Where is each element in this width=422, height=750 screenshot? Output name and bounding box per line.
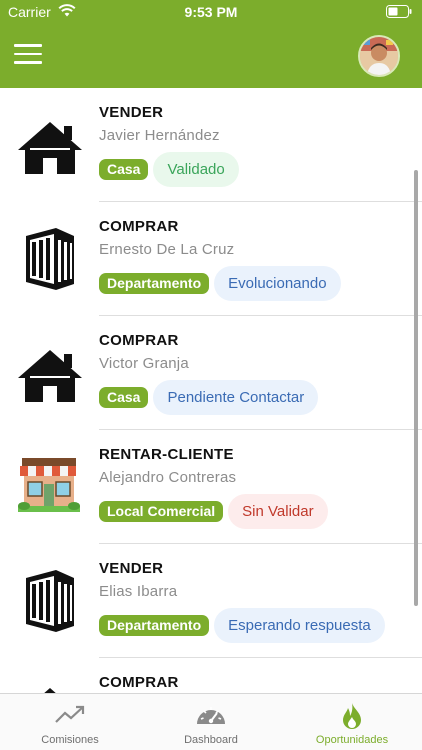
tab-label: Dashboard bbox=[184, 734, 238, 746]
building-icon bbox=[22, 226, 90, 294]
client-name: Alejandro Contreras bbox=[99, 469, 237, 486]
client-name: Victor Granja bbox=[99, 355, 189, 372]
chip-row: Casa Pendiente Contactar bbox=[99, 380, 319, 415]
list-item[interactable]: COMPRAR Victor Granja Casa Pendiente Con… bbox=[0, 316, 422, 430]
property-type-badge: Departamento bbox=[99, 615, 210, 636]
tab-dashboard[interactable]: Dashboard bbox=[141, 694, 281, 750]
house-icon bbox=[16, 686, 84, 693]
scrollbar[interactable] bbox=[414, 170, 418, 606]
status-badge: Validado bbox=[153, 152, 239, 187]
chip-row: Departamento Evolucionando bbox=[99, 266, 341, 301]
storefront-icon bbox=[16, 456, 84, 524]
tab-comisiones[interactable]: Comisiones bbox=[0, 694, 140, 750]
operation-label: VENDER bbox=[99, 104, 164, 121]
status-badge: Pendiente Contactar bbox=[153, 380, 319, 415]
speedometer-icon bbox=[195, 702, 227, 735]
opportunities-list[interactable]: VENDER Javier Hernández Casa Validado CO… bbox=[0, 88, 422, 693]
tab-oportunidades[interactable]: Oportunidades bbox=[282, 694, 422, 750]
operation-label: COMPRAR bbox=[99, 218, 179, 235]
status-badge: Evolucionando bbox=[214, 266, 341, 301]
navigation-bar bbox=[0, 24, 422, 88]
trending-up-icon bbox=[54, 702, 86, 731]
operation-label: RENTAR-CLIENTE bbox=[99, 446, 234, 463]
tab-bar: Comisiones Dashboard Oportunidades bbox=[0, 693, 422, 750]
list-item[interactable]: VENDER Elias Ibarra Departamento Esperan… bbox=[0, 544, 422, 658]
status-badge: Esperando respuesta bbox=[214, 608, 385, 643]
building-icon bbox=[22, 568, 90, 636]
chip-row: Local Comercial Sin Validar bbox=[99, 494, 328, 529]
client-name: Ernesto De La Cruz bbox=[99, 241, 235, 258]
flame-icon bbox=[341, 702, 363, 735]
property-type-badge: Local Comercial bbox=[99, 501, 224, 522]
list-item[interactable]: RENTAR-CLIENTE Alejandro Contreras Local… bbox=[0, 430, 422, 544]
status-bar: Carrier 9:53 PM bbox=[0, 0, 422, 24]
tab-label: Comisiones bbox=[41, 734, 99, 746]
list-item[interactable]: COMPRAR Ernesto De La Cruz Departamento … bbox=[0, 202, 422, 316]
house-icon bbox=[16, 348, 84, 416]
chip-row: Casa Validado bbox=[99, 152, 239, 187]
list-item[interactable]: VENDER Javier Hernández Casa Validado bbox=[0, 88, 422, 202]
clock: 9:53 PM bbox=[184, 4, 238, 20]
operation-label: COMPRAR bbox=[99, 332, 179, 349]
property-type-badge: Casa bbox=[99, 387, 149, 408]
client-name: Javier Hernández bbox=[99, 127, 220, 144]
operation-label: VENDER bbox=[99, 560, 164, 577]
status-badge: Sin Validar bbox=[228, 494, 328, 529]
hamburger-icon[interactable] bbox=[14, 44, 42, 66]
client-name: Elias Ibarra bbox=[99, 583, 178, 600]
list-item[interactable]: COMPRAR bbox=[0, 658, 422, 693]
chip-row: Departamento Esperando respuesta bbox=[99, 608, 385, 643]
tab-label: Oportunidades bbox=[315, 734, 389, 746]
battery-icon bbox=[386, 5, 412, 23]
property-type-badge: Casa bbox=[99, 159, 149, 180]
property-type-badge: Departamento bbox=[99, 273, 210, 294]
user-avatar[interactable] bbox=[358, 35, 400, 77]
house-icon bbox=[16, 120, 84, 188]
operation-label: COMPRAR bbox=[99, 674, 179, 691]
